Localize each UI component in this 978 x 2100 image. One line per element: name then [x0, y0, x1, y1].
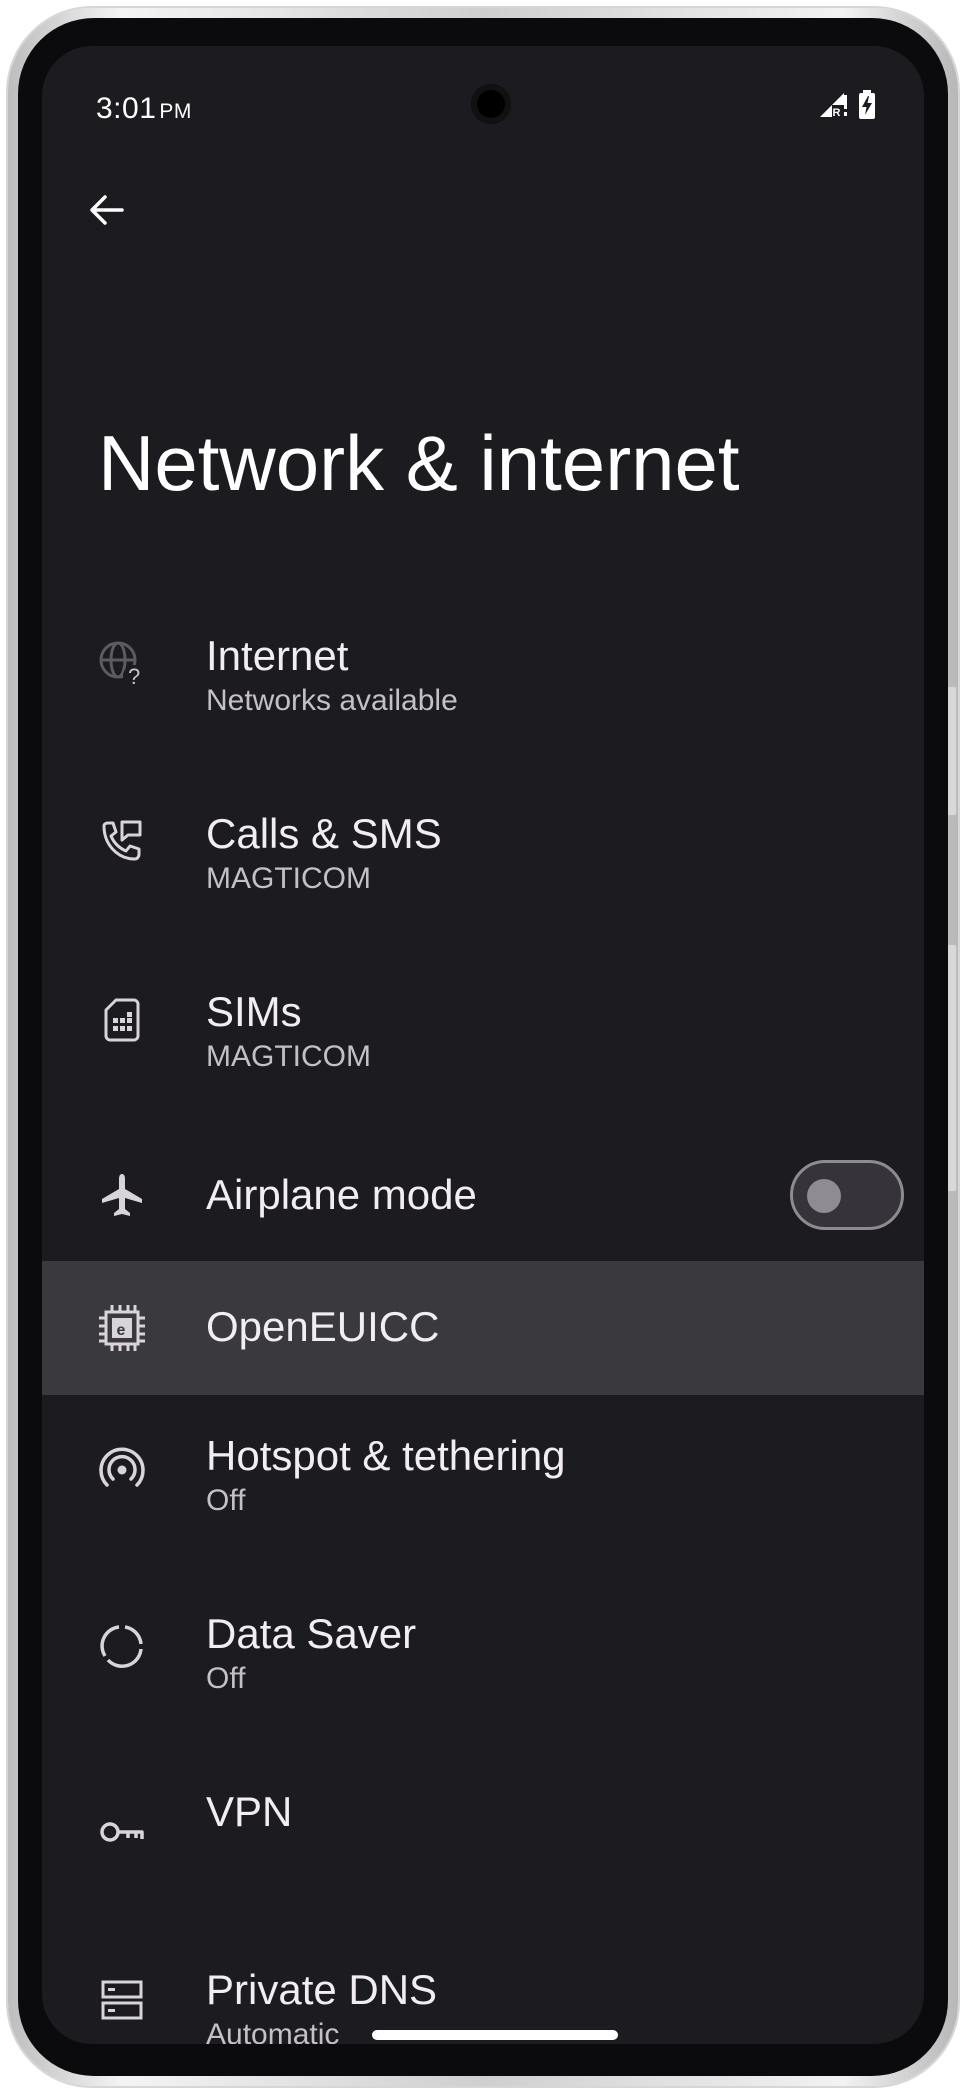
list-item-hotspot[interactable]: Hotspot & tethering Off — [42, 1394, 924, 1528]
time-text: 3:01 — [96, 92, 157, 125]
list-item-sims[interactable]: SIMs MAGTICOM — [42, 950, 924, 1084]
sims-subtitle: MAGTICOM — [206, 1040, 371, 1073]
list-item-private-dns[interactable]: Private DNS Automatic — [42, 1928, 924, 2044]
airplane-mode-title: Airplane mode — [206, 1171, 477, 1218]
phone-frame: 3:01 PM R Network & internet ? Internet … — [8, 8, 958, 2086]
signal-roaming-icon: R — [818, 91, 848, 124]
data-saver-title: Data Saver — [206, 1610, 417, 1657]
phone-bezel: 3:01 PM R Network & internet ? Internet … — [18, 18, 948, 2076]
svg-text:R: R — [833, 107, 841, 119]
status-icons: R — [818, 90, 876, 125]
globe-question-icon: ? — [98, 640, 146, 688]
airplane-icon — [98, 1171, 146, 1219]
internet-subtitle: Networks available — [206, 684, 458, 717]
vpn-title: VPN — [206, 1788, 293, 1835]
sims-title: SIMs — [206, 988, 302, 1035]
phone-message-icon — [98, 818, 146, 866]
gesture-navigation-handle[interactable] — [372, 2030, 618, 2040]
page-title: Network & internet — [98, 419, 740, 507]
list-item-vpn[interactable]: VPN — [42, 1750, 924, 1884]
openeuicc-title: OpenEUICC — [206, 1303, 440, 1350]
hotspot-icon — [98, 1444, 146, 1492]
calls-sms-title: Calls & SMS — [206, 810, 442, 857]
status-bar: 3:01 PM R — [42, 46, 924, 126]
dns-icon — [98, 1976, 146, 2024]
list-item-openeuicc[interactable]: e OpenEUICC — [42, 1261, 924, 1395]
status-time: 3:01 PM — [96, 92, 192, 126]
vpn-key-icon — [98, 1808, 146, 1856]
private-dns-subtitle: Automatic — [206, 2018, 340, 2044]
euicc-chip-icon: e — [98, 1304, 146, 1352]
battery-charging-icon — [858, 90, 876, 125]
sim-card-icon — [98, 996, 146, 1044]
list-item-internet[interactable]: ? Internet Networks available — [42, 594, 924, 728]
svg-text:e: e — [117, 1322, 126, 1339]
front-camera — [471, 84, 511, 124]
calls-sms-subtitle: MAGTICOM — [206, 862, 371, 895]
internet-title: Internet — [206, 632, 349, 679]
data-saver-icon — [98, 1622, 146, 1670]
back-button[interactable] — [78, 184, 134, 240]
list-item-data-saver[interactable]: Data Saver Off — [42, 1572, 924, 1706]
list-item-calls-sms[interactable]: Calls & SMS MAGTICOM — [42, 772, 924, 906]
svg-text:?: ? — [128, 664, 140, 688]
list-item-airplane-mode[interactable]: Airplane mode — [42, 1128, 924, 1262]
hotspot-subtitle: Off — [206, 1484, 246, 1517]
data-saver-subtitle: Off — [206, 1662, 246, 1695]
arrow-back-icon — [86, 190, 126, 235]
airplane-mode-toggle[interactable] — [790, 1160, 904, 1230]
private-dns-title: Private DNS — [206, 1966, 438, 2013]
screen: 3:01 PM R Network & internet ? Internet … — [42, 46, 924, 2044]
hotspot-title: Hotspot & tethering — [206, 1432, 566, 1479]
time-ampm: PM — [159, 100, 192, 123]
toggle-knob — [807, 1179, 841, 1213]
